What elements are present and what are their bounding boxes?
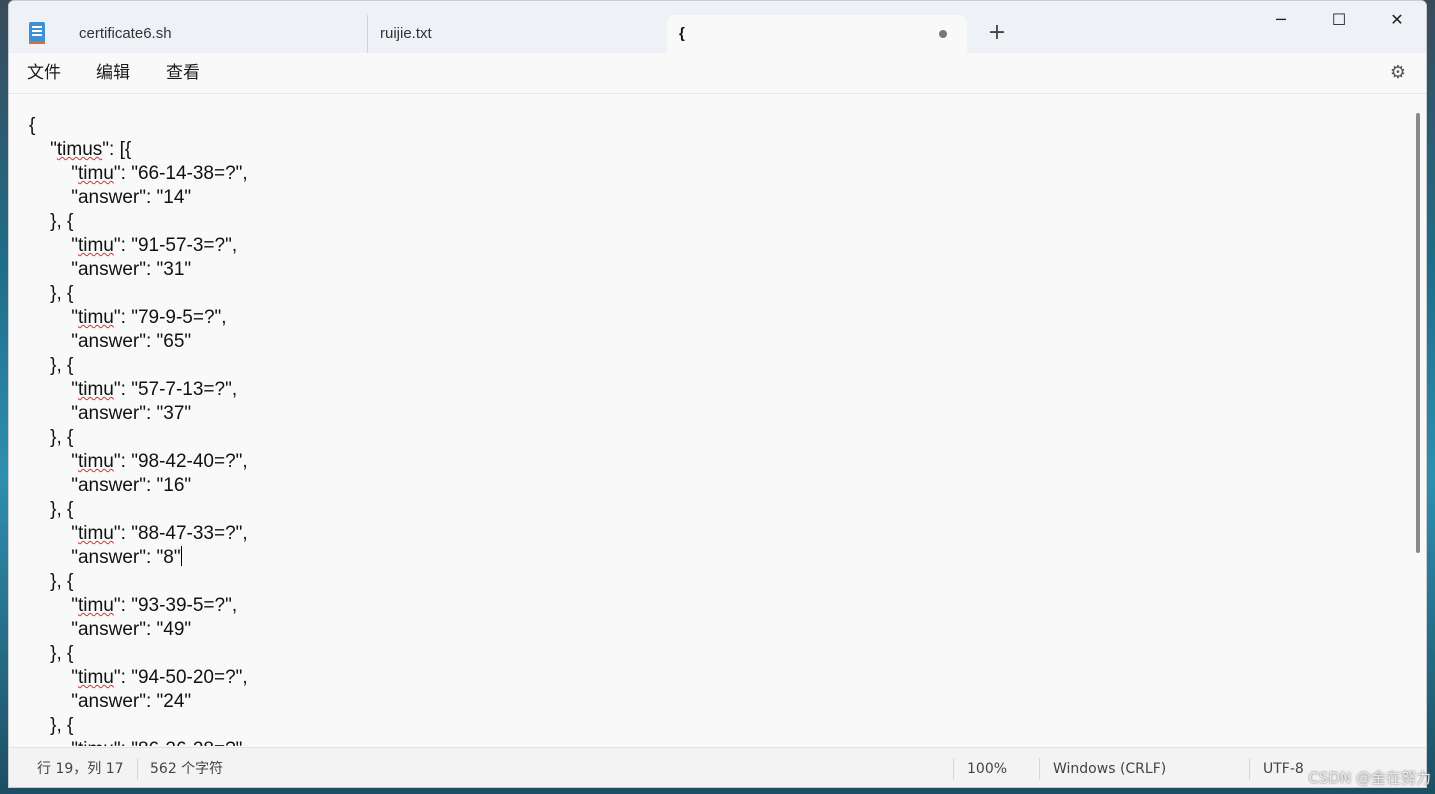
editor-line: "timu": "98-42-40=?", [29, 451, 248, 472]
status-divider [137, 758, 138, 780]
tab-label: { [679, 25, 685, 42]
menu-view[interactable]: 查看 [166, 61, 200, 85]
editor-line: "timu": "93-39-5=?", [29, 595, 238, 616]
notepad-app-icon [29, 22, 45, 44]
editor-line: "answer": "8" [29, 546, 182, 568]
editor-line: }, { [29, 499, 74, 520]
vertical-scrollbar[interactable] [1416, 113, 1420, 553]
line-ending[interactable]: Windows (CRLF) [1053, 748, 1166, 787]
editor-line: "timus": [{ [29, 139, 132, 160]
editor-line: "timu": "91-57-3=?", [29, 235, 238, 256]
editor-line: "answer": "49" [29, 619, 192, 640]
menu-edit[interactable]: 编辑 [96, 61, 130, 85]
misspelled-word: timu [77, 307, 114, 328]
tab-label: ruijie.txt [380, 25, 432, 42]
tab-label: certificate6.sh [79, 25, 172, 42]
text-caret [180, 546, 182, 566]
editor-line: "timu": "66-14-38=?", [29, 163, 248, 184]
unsaved-dot-icon[interactable] [939, 30, 947, 38]
editor-line: }, { [29, 427, 74, 448]
misspelled-word: timu [77, 163, 114, 184]
maximize-button[interactable]: ☐ [1310, 1, 1368, 41]
editor-line: "timu": "57-7-13=?", [29, 379, 238, 400]
menu-bar: 文件 编辑 查看 ⚙ [9, 53, 1426, 94]
editor-line: "answer": "24" [29, 691, 192, 712]
new-tab-button[interactable]: + [985, 21, 1009, 45]
text-editor[interactable]: { "timus": [{ "timu": "66-14-38=?", "ans… [9, 94, 1409, 746]
editor-content[interactable]: { "timus": [{ "timu": "66-14-38=?", "ans… [9, 94, 1409, 746]
misspelled-word: timu [77, 235, 114, 256]
editor-line: "timu": "94-50-20=?", [29, 667, 248, 688]
tab-ruijie[interactable]: ruijie.txt [367, 15, 667, 53]
editor-line: }, { [29, 643, 74, 664]
status-bar: 行 19，列 17 562 个字符 100% Windows (CRLF) UT… [9, 747, 1426, 787]
misspelled-word: timu [77, 667, 114, 688]
editor-line: "answer": "37" [29, 403, 192, 424]
title-bar: certificate6.sh ruijie.txt { + ─ ☐ ✕ [9, 1, 1426, 53]
editor-line: "answer": "16" [29, 475, 192, 496]
zoom-level[interactable]: 100% [967, 748, 1007, 787]
encoding[interactable]: UTF-8 [1263, 748, 1304, 787]
status-divider [1249, 758, 1250, 780]
editor-line: "timu": "79-9-5=?", [29, 307, 227, 328]
editor-line: }, { [29, 571, 74, 592]
minimize-button[interactable]: ─ [1252, 1, 1310, 41]
cursor-position: 行 19，列 17 [37, 761, 124, 777]
misspelled-word: timu [77, 523, 114, 544]
misspelled-word: timu [78, 739, 114, 746]
editor-line: "answer": "14" [29, 187, 192, 208]
editor-line: { [29, 115, 36, 136]
editor-line: }, { [29, 211, 74, 232]
status-divider [953, 758, 954, 780]
gear-icon[interactable]: ⚙ [1388, 63, 1408, 83]
misspelled-word: timus [56, 139, 103, 160]
editor-line: "timu": "88-47-33=?", [29, 523, 248, 544]
editor-line: }, { [29, 283, 74, 304]
editor-line: "answer": "65" [29, 331, 192, 352]
watermark: CSDN @金在努力 [1308, 769, 1431, 787]
tab-active-untitled[interactable]: { [667, 15, 967, 53]
tab-certificate6[interactable]: certificate6.sh [67, 15, 367, 53]
notepad-window: certificate6.sh ruijie.txt { + ─ ☐ ✕ 文件 … [8, 0, 1427, 788]
editor-line: }, { [29, 355, 74, 376]
close-button[interactable]: ✕ [1368, 1, 1426, 41]
editor-line: "answer": "31" [29, 259, 192, 280]
editor-line: }, { [29, 715, 74, 736]
editor-line: "timu": "86-26-28=?", [29, 739, 247, 746]
misspelled-word: timu [77, 595, 114, 616]
status-divider [1039, 758, 1040, 780]
menu-file[interactable]: 文件 [27, 61, 61, 85]
misspelled-word: timu [77, 379, 114, 400]
misspelled-word: timu [77, 451, 114, 472]
character-count: 562 个字符 [150, 761, 224, 777]
